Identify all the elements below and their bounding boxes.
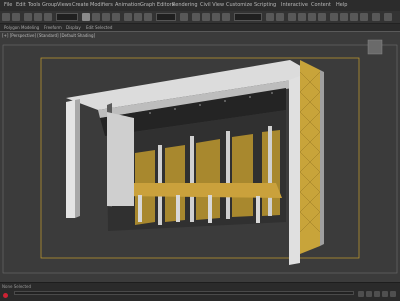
menu-customize[interactable]: Customize	[226, 0, 252, 11]
status-bar: None Selected	[0, 282, 400, 301]
viewport-label[interactable]: [+] [Perspective] [Standard] [Default Sh…	[2, 33, 95, 38]
material-editor-icon[interactable]	[330, 13, 338, 21]
perspective-viewport[interactable]: [+] [Perspective] [Standard] [Default Sh…	[0, 31, 400, 283]
app-window: File Edit Tools Group Views Create Modif…	[0, 0, 400, 301]
move-icon[interactable]	[124, 13, 132, 21]
previous-frame-icon[interactable]	[366, 291, 372, 297]
redo-icon[interactable]	[12, 13, 20, 21]
menu-group[interactable]: Group	[42, 0, 57, 11]
undo-icon[interactable]	[2, 13, 10, 21]
goto-end-icon[interactable]	[390, 291, 396, 297]
left-wall-glass	[107, 112, 134, 206]
menu-content[interactable]: Content	[311, 0, 331, 11]
ribbon-tab-freeform[interactable]: Freeform	[44, 24, 62, 31]
render-setup-icon[interactable]	[340, 13, 348, 21]
unlink-icon[interactable]	[34, 13, 42, 21]
select-by-name-icon[interactable]	[92, 13, 100, 21]
left-pillar-side	[75, 99, 80, 218]
scale-icon[interactable]	[144, 13, 152, 21]
layer-explorer-icon[interactable]	[288, 13, 296, 21]
snaps-toggle-icon[interactable]	[192, 13, 200, 21]
right-wall-edge	[320, 70, 324, 246]
bench-seat	[112, 183, 282, 198]
render-production-icon[interactable]	[360, 13, 368, 21]
menu-views[interactable]: Views	[57, 0, 71, 11]
viewport-scene	[2, 39, 398, 274]
window-crossing-icon[interactable]	[112, 13, 120, 21]
select-object-icon[interactable]	[82, 13, 90, 21]
status-text: None Selected	[2, 284, 32, 289]
auto-key-icon[interactable]	[3, 293, 8, 298]
bind-space-warp-icon[interactable]	[44, 13, 52, 21]
ribbon: Polygon Modeling Freeform Display Edit S…	[0, 24, 400, 31]
time-slider[interactable]	[14, 291, 354, 295]
left-front-pillar	[66, 100, 75, 218]
goto-start-icon[interactable]	[358, 291, 364, 297]
schematic-view-icon[interactable]	[318, 13, 326, 21]
menu-modifiers[interactable]: Modifiers	[90, 0, 113, 11]
angle-snap-icon[interactable]	[202, 13, 210, 21]
ribbon-tab-edit-selected[interactable]: Edit Selected	[86, 24, 112, 31]
menu-help[interactable]: Help	[336, 0, 347, 11]
view-cube-icon[interactable]	[367, 39, 383, 55]
selection-filter-dropdown[interactable]	[56, 13, 78, 21]
main-toolbar	[0, 11, 400, 24]
menu-animation[interactable]: Animation	[115, 0, 141, 11]
named-selection-set-field[interactable]	[234, 13, 262, 21]
a360-render-icon[interactable]	[372, 13, 380, 21]
graphite-toggle-icon[interactable]	[298, 13, 306, 21]
ribbon-tab-display[interactable]: Display	[66, 24, 81, 31]
right-front-pillar	[289, 76, 300, 265]
pivot-center-icon[interactable]	[180, 13, 188, 21]
mirror-icon[interactable]	[266, 13, 274, 21]
menu-civil-view[interactable]: Civil View	[200, 0, 224, 11]
rotate-icon[interactable]	[134, 13, 142, 21]
link-icon[interactable]	[24, 13, 32, 21]
menu-rendering[interactable]: Rendering	[172, 0, 198, 11]
percent-snap-icon[interactable]	[212, 13, 220, 21]
reference-coordinate-dropdown[interactable]	[156, 13, 176, 21]
spinner-snap-icon[interactable]	[222, 13, 230, 21]
menu-interactive[interactable]: Interactive	[281, 0, 308, 11]
rectangle-selection-icon[interactable]	[102, 13, 110, 21]
menu-tools[interactable]: Tools	[28, 0, 40, 11]
rendered-frame-window-icon[interactable]	[350, 13, 358, 21]
menu-create[interactable]: Create	[72, 0, 89, 11]
next-frame-icon[interactable]	[382, 291, 388, 297]
play-icon[interactable]	[374, 291, 380, 297]
align-icon[interactable]	[276, 13, 284, 21]
ribbon-tab-modeling[interactable]: Polygon Modeling	[4, 24, 39, 31]
menu-graph-editors[interactable]: Graph Editors	[140, 0, 174, 11]
menu-scripting[interactable]: Scripting	[254, 0, 276, 11]
menu-file[interactable]: File	[4, 0, 12, 11]
curve-editor-icon[interactable]	[308, 13, 316, 21]
menu-bar: File Edit Tools Group Views Create Modif…	[0, 0, 400, 11]
menu-edit[interactable]: Edit	[16, 0, 26, 11]
open-autodesk-gallery-icon[interactable]	[384, 13, 392, 21]
